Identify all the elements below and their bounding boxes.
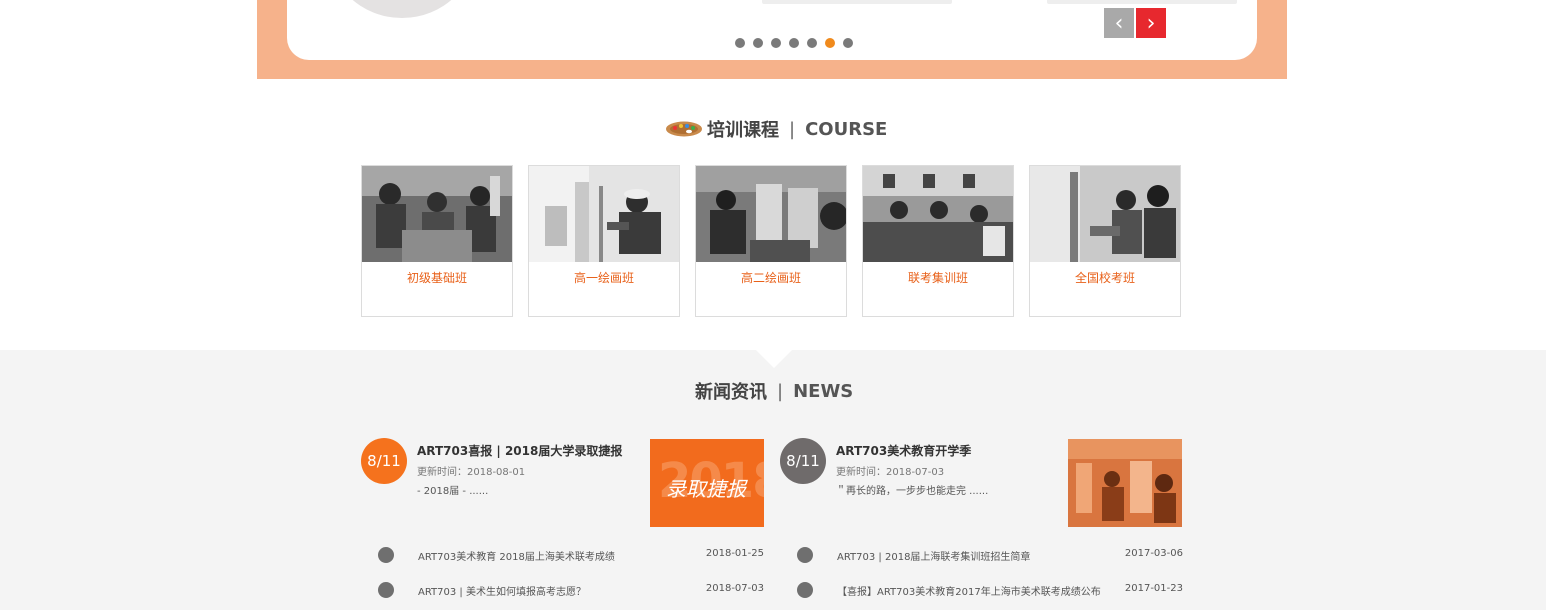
news-list-date: 2017-01-23 xyxy=(1124,583,1183,594)
course-title-en: COURSE xyxy=(805,118,888,140)
news-section-title: 新闻资讯 | NEWS xyxy=(695,378,853,404)
carousel-dot[interactable] xyxy=(807,38,817,48)
course-photo xyxy=(529,166,679,262)
carousel-dot-active[interactable] xyxy=(825,38,835,48)
news-thumbnail[interactable]: 2018 录取捷报 xyxy=(650,439,764,527)
banner-cropped-text xyxy=(1047,0,1237,4)
course-card-label: 全国校考班 xyxy=(1074,271,1135,285)
news-excerpt: ＂再长的路，一步步也能走完 ...... xyxy=(836,486,989,497)
news-updated-time: 更新时间：2018-07-03 xyxy=(836,467,945,478)
course-card-label: 初级基础班 xyxy=(406,271,467,285)
news-headline[interactable]: ART703美术教育开学季 xyxy=(836,442,971,459)
chevron-right-icon: › xyxy=(1146,10,1156,36)
course-card-label: 高二绘画班 xyxy=(740,271,801,285)
news-list-date: 2017-03-06 xyxy=(1124,548,1183,559)
news-updated-time: 更新时间：2018-08-01 xyxy=(417,467,526,478)
palette-icon xyxy=(666,121,702,137)
news-title-cn: 新闻资讯 xyxy=(695,382,767,403)
carousel-dot[interactable] xyxy=(771,38,781,48)
news-excerpt: - 2018届 - ...... xyxy=(417,486,489,497)
news-list-date: 2018-07-03 xyxy=(705,583,764,594)
carousel-dot[interactable] xyxy=(735,38,745,48)
news-list-title[interactable]: ART703 | 美术生如何填报高考志愿？ xyxy=(418,583,586,598)
course-card-label: 高一绘画班 xyxy=(573,271,634,285)
course-card[interactable]: 联考集训班 xyxy=(862,165,1014,317)
course-photo xyxy=(362,166,512,262)
course-card[interactable]: 高一绘画班 xyxy=(528,165,680,317)
featured-news-item[interactable]: 8/11 ART703美术教育开学季 更新时间：2018-07-03 ＂再长的路… xyxy=(780,438,1184,528)
news-list-item[interactable]: ART703 | 2018届上海联考集训班招生简章 2017-03-06 xyxy=(797,545,1183,565)
carousel-dot[interactable] xyxy=(753,38,763,48)
news-list-item[interactable]: ART703美术教育 2018届上海美术联考成绩 2018-01-25 xyxy=(378,545,764,565)
date-badge: 8/11 xyxy=(361,438,407,484)
carousel-dot[interactable] xyxy=(843,38,853,48)
course-photo xyxy=(863,166,1013,262)
carousel-dot[interactable] xyxy=(789,38,799,48)
course-title-cn: 培训课程 xyxy=(707,120,779,141)
section-notch xyxy=(756,350,792,368)
news-title-en: NEWS xyxy=(793,380,854,402)
news-list-title[interactable]: 【喜报】ART703美术教育2017年上海市美术联考成绩公布 xyxy=(837,583,1101,598)
bullet-icon xyxy=(378,547,394,563)
news-list-date: 2018-01-25 xyxy=(705,548,764,559)
banner-decor-circle xyxy=(327,0,477,18)
course-list: 初级基础班 高一绘画班 高二绘画班 联考集训班 全国校考班 xyxy=(361,165,1181,317)
course-photo xyxy=(1030,166,1180,262)
chevron-left-icon: ‹ xyxy=(1114,10,1124,36)
carousel-prev-button[interactable]: ‹ xyxy=(1104,8,1134,38)
carousel-dots xyxy=(735,38,853,48)
bullet-icon xyxy=(378,582,394,598)
course-card[interactable]: 全国校考班 xyxy=(1029,165,1181,317)
course-section-title: 培训课程 | COURSE xyxy=(665,116,887,142)
carousel-next-button[interactable]: › xyxy=(1136,8,1166,38)
banner-cropped-text xyxy=(762,0,952,4)
bullet-icon xyxy=(797,582,813,598)
bullet-icon xyxy=(797,547,813,563)
thumbnail-text: 录取捷报 xyxy=(666,477,746,501)
featured-news-item[interactable]: 8/11 ART703喜报 | 2018届大学录取捷报 更新时间：2018-08… xyxy=(361,438,765,528)
banner-slide: ‹ › xyxy=(287,0,1257,60)
date-badge: 8/11 xyxy=(780,438,826,484)
course-card-label: 联考集训班 xyxy=(907,271,968,285)
title-divider: | xyxy=(789,118,796,140)
course-card[interactable]: 初级基础班 xyxy=(361,165,513,317)
news-thumbnail[interactable] xyxy=(1068,439,1182,527)
news-list-title[interactable]: ART703 | 2018届上海联考集训班招生简章 xyxy=(837,548,1030,563)
course-card[interactable]: 高二绘画班 xyxy=(695,165,847,317)
news-headline[interactable]: ART703喜报 | 2018届大学录取捷报 xyxy=(417,442,622,459)
news-list-title[interactable]: ART703美术教育 2018届上海美术联考成绩 xyxy=(418,548,615,563)
news-list-item[interactable]: ART703 | 美术生如何填报高考志愿？ 2018-07-03 xyxy=(378,580,764,600)
course-photo xyxy=(696,166,846,262)
hero-banner: ‹ › xyxy=(257,0,1287,79)
title-divider: | xyxy=(777,380,784,402)
news-list-item[interactable]: 【喜报】ART703美术教育2017年上海市美术联考成绩公布 2017-01-2… xyxy=(797,580,1183,600)
